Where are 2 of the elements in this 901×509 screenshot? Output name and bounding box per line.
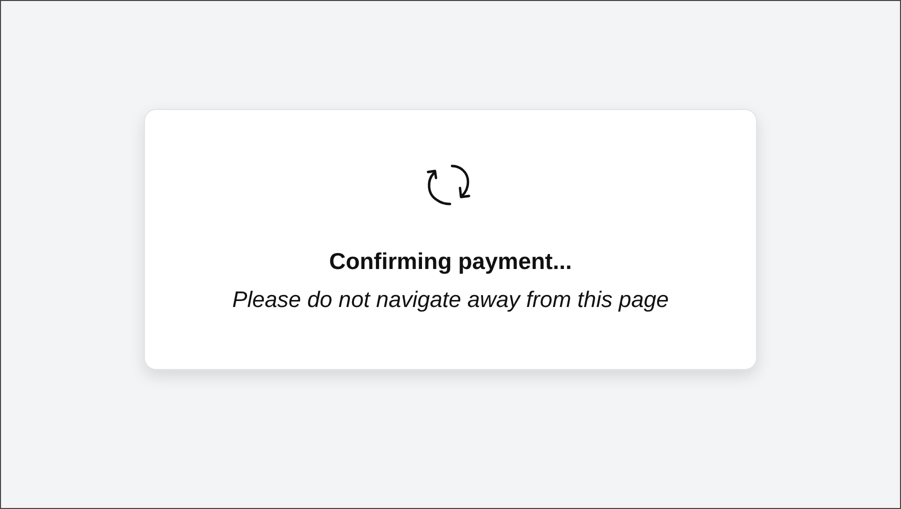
dialog-title: Confirming payment... <box>329 248 572 276</box>
dialog-message: Please do not navigate away from this page <box>232 286 669 313</box>
